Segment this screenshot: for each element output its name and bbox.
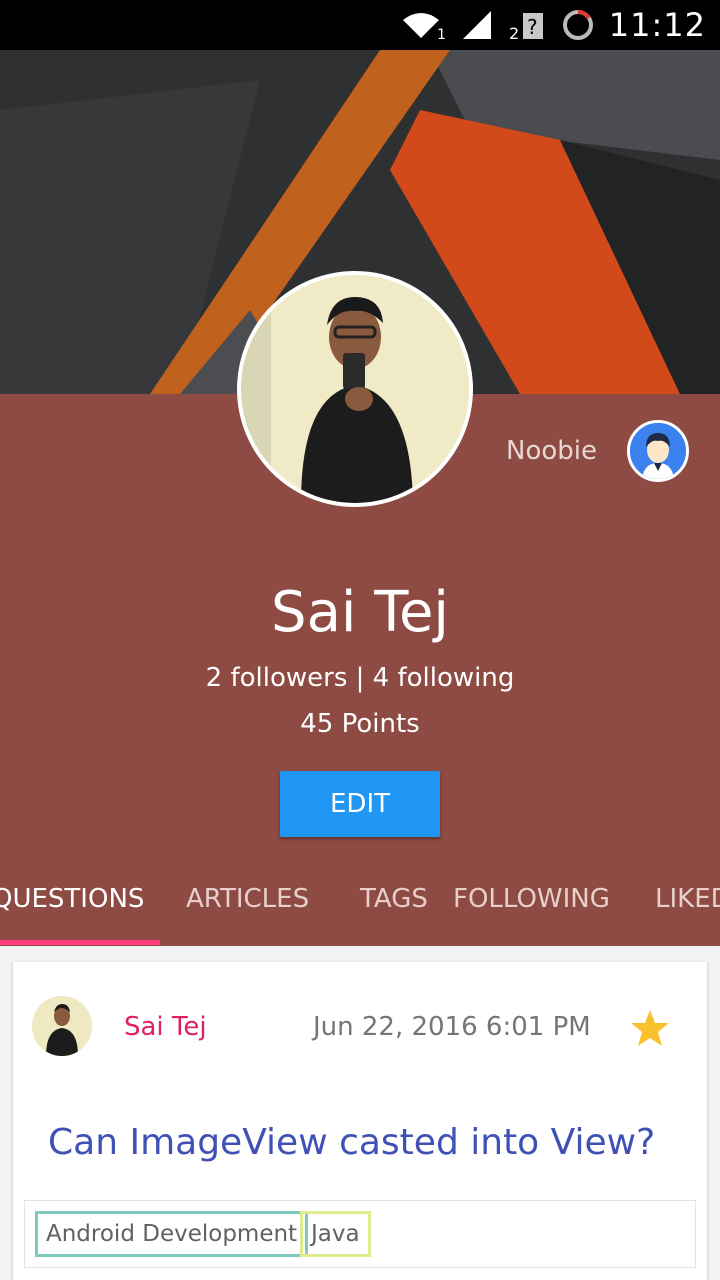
clock: 11:12	[608, 6, 706, 44]
question-card[interactable]: Sai Tej Jun 22, 2016 6:01 PM Can ImageVi…	[13, 962, 707, 1280]
svg-text:1: 1	[437, 27, 446, 40]
author-avatar[interactable]	[32, 996, 92, 1056]
question-title[interactable]: Can ImageView casted into View?	[48, 1122, 655, 1163]
tag-list: Android Development Java	[24, 1200, 696, 1268]
level-label: Noobie	[506, 436, 597, 466]
status-bar: 1 2 ? 11:12	[0, 0, 720, 50]
profile-name: Sai Tej	[271, 580, 449, 645]
tag-chip[interactable]: Android Development	[35, 1211, 309, 1257]
tab-following[interactable]: FOLLOWING	[453, 884, 610, 914]
no-sim-icon: 2 ?	[509, 9, 547, 41]
profile-tabs: QUESTIONS ARTICLES TAGS FOLLOWING LIKED	[0, 858, 720, 946]
tab-articles[interactable]: ARTICLES	[186, 884, 309, 914]
tag-chip[interactable]: Java	[300, 1211, 371, 1257]
follow-stats[interactable]: 2 followers | 4 following	[0, 663, 720, 693]
loading-ring-icon	[561, 8, 595, 42]
profile-avatar[interactable]	[237, 271, 473, 507]
svg-text:2: 2	[509, 24, 519, 41]
author-name[interactable]: Sai Tej	[124, 1012, 207, 1042]
tab-liked[interactable]: LIKED	[655, 884, 720, 914]
edit-button[interactable]: EDIT	[280, 771, 440, 837]
wifi-icon: 1	[401, 10, 447, 40]
post-date: Jun 22, 2016 6:01 PM	[313, 1012, 591, 1042]
level-badge-icon	[627, 420, 689, 482]
tab-indicator	[0, 940, 160, 945]
star-icon[interactable]	[630, 1008, 670, 1052]
svg-text:?: ?	[527, 15, 538, 39]
tab-tags[interactable]: TAGS	[360, 884, 428, 914]
points-text: 45 Points	[300, 709, 420, 739]
signal-icon	[461, 9, 495, 41]
tab-questions[interactable]: QUESTIONS	[0, 884, 144, 914]
